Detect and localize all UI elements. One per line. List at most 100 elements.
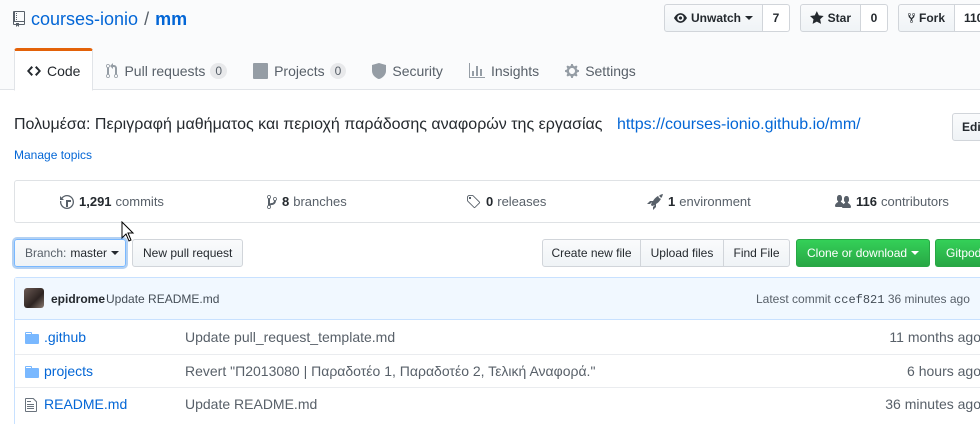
file-commit-message-link[interactable]: Revert "Π2013080 | Παραδοτέο 1, Παραδοτέ… xyxy=(185,363,595,379)
tab-projects-label: Projects xyxy=(274,62,325,79)
clone-or-download-button[interactable]: Clone or download xyxy=(796,239,930,267)
new-pr-label: New pull request xyxy=(143,246,233,260)
gitpod-label: Gitpod xyxy=(946,246,980,260)
tab-projects[interactable]: Projects 0 xyxy=(240,48,359,91)
tag-icon xyxy=(467,194,481,208)
shield-icon xyxy=(372,62,387,79)
commit-author-link[interactable]: epidrome xyxy=(51,292,105,306)
fork-button[interactable]: Fork xyxy=(898,4,955,32)
environment-label: environment xyxy=(679,194,751,209)
homepage-link[interactable]: https://courses-ionio.github.io/mm/ xyxy=(617,116,861,133)
list-item: .github Update pull_request_template.md … xyxy=(15,321,980,354)
tab-security[interactable]: Security xyxy=(359,48,456,91)
contributors-label: contributors xyxy=(880,194,949,209)
chevron-down-icon xyxy=(745,16,753,20)
file-commit-message-link[interactable]: Update README.md xyxy=(185,396,317,412)
branch-icon xyxy=(267,194,277,209)
repo-separator: / xyxy=(144,8,150,29)
file-name-link[interactable]: .github xyxy=(44,329,86,345)
contributors-stat[interactable]: 116 contributors xyxy=(835,181,949,222)
unwatch-button[interactable]: Unwatch xyxy=(664,4,763,32)
repo-icon xyxy=(13,11,25,27)
create-file-label: Create new file xyxy=(551,246,632,260)
edit-label: Edit xyxy=(962,120,980,134)
repo-summary-bar: 1,291 commits 8 branches 0 releases 1 en… xyxy=(14,180,980,223)
commit-message-link[interactable]: Update README.md xyxy=(106,292,219,306)
projects-counter: 0 xyxy=(329,62,347,79)
tab-settings-label: Settings xyxy=(585,62,636,79)
repo-title: courses-ionio / mm xyxy=(13,7,187,31)
branch-prefix: Branch: xyxy=(25,246,67,260)
branches-count: 8 xyxy=(282,194,290,209)
star-label: Star xyxy=(827,11,851,25)
repo-description: Πολυμέσα: Περιγραφή μαθήματος και περιοχ… xyxy=(14,116,861,134)
commits-label: commits xyxy=(115,194,164,209)
latest-commit-age: 36 minutes ago xyxy=(887,292,970,306)
list-item: README.md Update README.md 36 minutes ag… xyxy=(15,387,980,420)
file-listing: epidrome Update README.md Latest commit … xyxy=(14,277,980,424)
branch-select-button[interactable]: Branch: master xyxy=(14,239,126,267)
file-icon xyxy=(25,398,37,412)
releases-count: 0 xyxy=(486,194,494,209)
create-new-file-button[interactable]: Create new file xyxy=(542,239,641,267)
file-commit-message-link[interactable]: Update pull_request_template.md xyxy=(185,329,395,345)
find-file-label: Find File xyxy=(733,246,780,260)
pull-requests-counter: 0 xyxy=(210,62,228,79)
fork-label: Fork xyxy=(918,11,945,25)
tab-insights-label: Insights xyxy=(490,62,540,79)
new-pull-request-button[interactable]: New pull request xyxy=(132,239,243,267)
project-icon xyxy=(253,62,269,79)
tab-security-label: Security xyxy=(392,62,443,79)
watchers-count[interactable]: 7 xyxy=(763,4,790,32)
commits-count: 1,291 xyxy=(79,194,112,209)
repo-nav-tabs: Code Pull requests 0 Projects 0 Security… xyxy=(14,48,649,91)
file-age: 11 months ago xyxy=(889,329,980,345)
latest-commit-prefix: Latest commit xyxy=(756,292,831,306)
fork-icon xyxy=(908,13,915,23)
chevron-down-icon xyxy=(911,251,920,255)
list-item: projects Revert "Π2013080 | Παραδοτέο 1,… xyxy=(15,354,980,387)
people-icon xyxy=(835,194,851,208)
stars-count[interactable]: 0 xyxy=(861,4,888,32)
repo-owner-link[interactable]: courses-ionio xyxy=(31,9,138,30)
latest-commit-info: Latest commit ccef821 36 minutes ago xyxy=(756,292,970,307)
tab-insights[interactable]: Insights xyxy=(456,48,552,91)
gitpod-button[interactable]: Gitpod xyxy=(935,239,980,267)
tab-code[interactable]: Code xyxy=(14,48,94,91)
star-icon xyxy=(810,11,824,24)
folder-icon xyxy=(25,366,39,378)
history-icon xyxy=(60,194,74,209)
file-name-link[interactable]: projects xyxy=(44,363,93,379)
manage-topics-link[interactable]: Manage topics xyxy=(14,148,92,162)
contributors-count: 116 xyxy=(856,194,877,209)
chevron-down-icon xyxy=(111,251,120,255)
branches-stat[interactable]: 8 branches xyxy=(267,181,347,222)
star-button[interactable]: Star xyxy=(800,4,861,32)
file-age: 36 minutes ago xyxy=(885,396,980,412)
folder-icon xyxy=(25,332,39,344)
clone-label: Clone or download xyxy=(807,246,908,260)
branch-name: master xyxy=(70,246,108,260)
unwatch-label: Unwatch xyxy=(690,11,741,25)
repo-name-link[interactable]: mm xyxy=(155,9,187,30)
gear-icon xyxy=(565,63,580,78)
edit-description-button[interactable]: Edit xyxy=(952,113,980,141)
upload-files-button[interactable]: Upload files xyxy=(640,239,724,267)
description-text: Πολυμέσα: Περιγραφή μαθήματος και περιοχ… xyxy=(14,116,603,133)
tab-pull-requests[interactable]: Pull requests 0 xyxy=(93,48,240,91)
forks-count[interactable]: 110 xyxy=(955,4,980,32)
graph-icon xyxy=(468,62,485,78)
releases-label: releases xyxy=(497,194,547,209)
releases-stat[interactable]: 0 releases xyxy=(466,181,546,222)
avatar[interactable] xyxy=(24,288,44,308)
find-file-button[interactable]: Find File xyxy=(723,239,790,267)
eye-icon xyxy=(674,13,687,23)
commits-stat[interactable]: 1,291 commits xyxy=(60,181,164,222)
environments-stat[interactable]: 1 environment xyxy=(647,181,751,222)
branches-label: branches xyxy=(293,194,347,209)
rocket-icon xyxy=(647,193,663,210)
file-age: 6 hours ago xyxy=(907,363,980,379)
file-name-link[interactable]: README.md xyxy=(44,396,127,412)
tab-settings[interactable]: Settings xyxy=(552,48,649,91)
commit-sha-link[interactable]: ccef821 xyxy=(834,293,884,307)
